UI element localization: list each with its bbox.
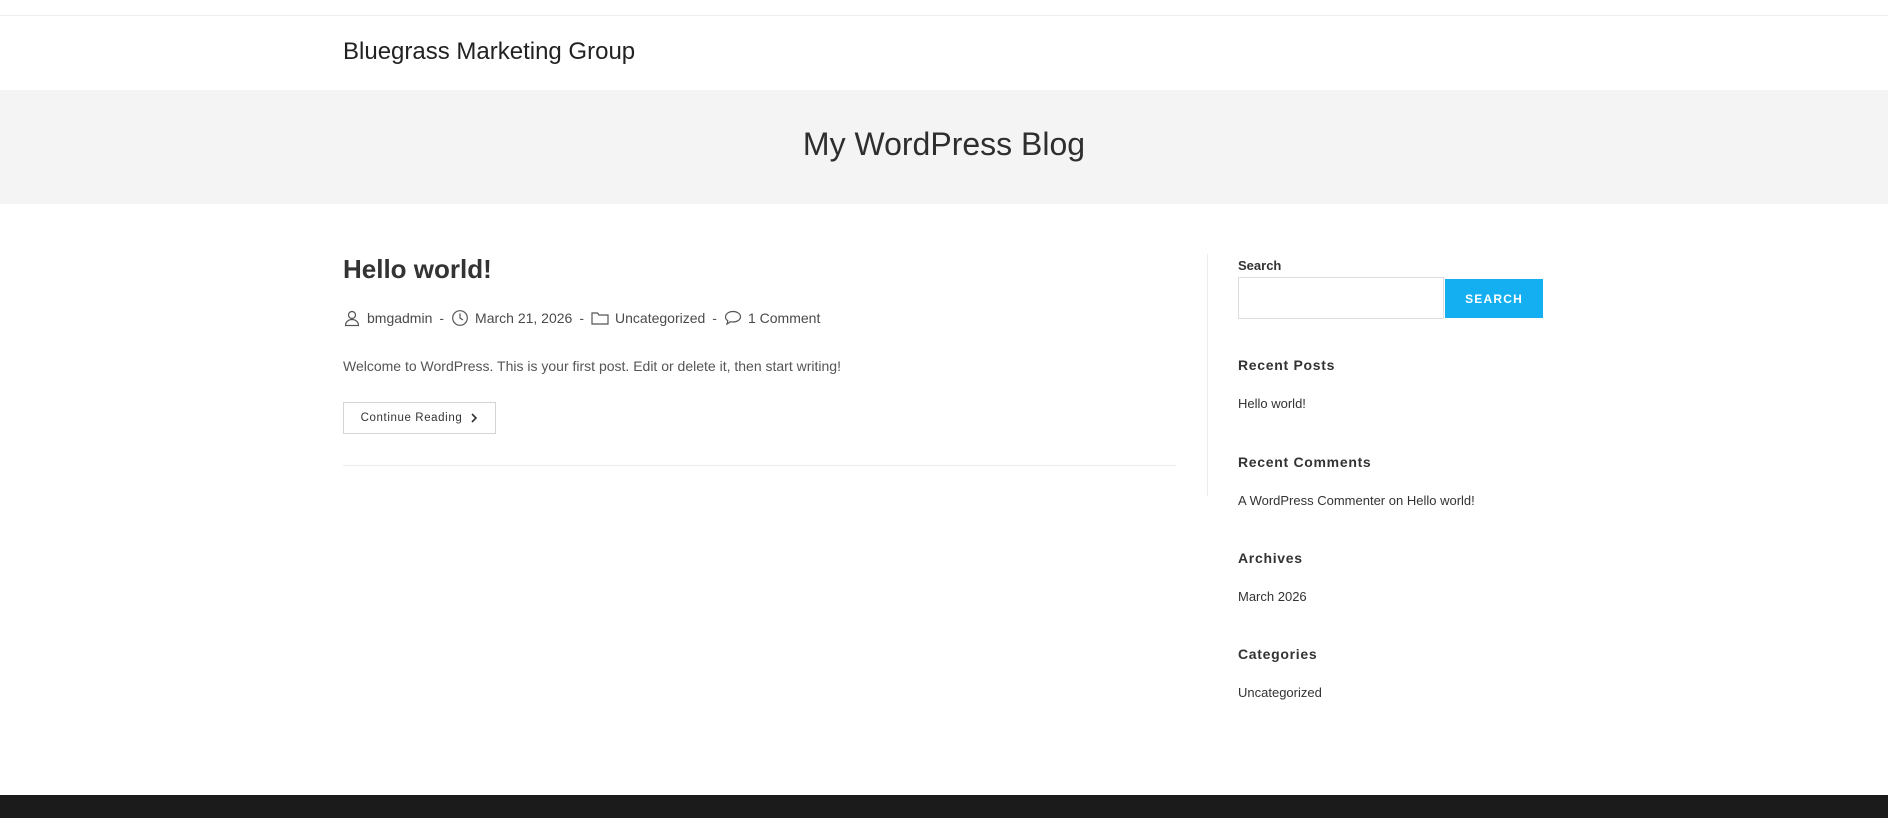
search-button[interactable]: SEARCH [1445,279,1543,318]
meta-separator: - [439,310,445,326]
user-icon [343,309,361,327]
page-title: My WordPress Blog [802,126,1086,162]
comment-post-link[interactable]: Hello world! [1407,493,1475,508]
post-author-link[interactable]: bmgadmin [367,310,432,326]
meta-separator: - [579,310,585,326]
continue-reading-label: Continue Reading [360,412,463,424]
post-meta: bmgadmin - March 21, 2026 - Uncategorize… [343,306,820,330]
clock-icon [451,309,469,327]
post-title-link[interactable]: Hello world! [343,254,492,285]
post-category-link[interactable]: Uncategorized [615,310,705,326]
categories-title: Categories [1238,646,1318,662]
continue-reading-button[interactable]: Continue Reading [343,402,496,434]
post-excerpt: Welcome to WordPress. This is your first… [343,358,841,374]
site-title-link[interactable]: Bluegrass Marketing Group [343,38,635,66]
top-divider [0,15,1888,16]
post-comments-link[interactable]: 1 Comment [748,310,820,326]
archives-title: Archives [1238,550,1303,566]
site-footer [0,795,1888,818]
recent-post-link[interactable]: Hello world! [1238,396,1306,411]
comment-author-link[interactable]: A WordPress Commenter [1238,493,1385,508]
folder-icon [591,309,609,327]
meta-separator: - [712,310,717,326]
recent-comment-item: A WordPress Commenter on Hello world! [1238,493,1475,508]
archive-link[interactable]: March 2026 [1238,589,1307,604]
post-date: March 21, 2026 [475,310,573,326]
comment-icon [724,309,742,327]
recent-posts-title: Recent Posts [1238,357,1336,373]
search-label: Search [1238,258,1282,273]
category-link[interactable]: Uncategorized [1238,685,1322,700]
comment-on-text: on [1388,493,1404,508]
chevron-right-icon [470,413,478,423]
search-input[interactable] [1238,277,1444,319]
sidebar-divider [1207,254,1208,496]
recent-comments-title: Recent Comments [1238,454,1372,470]
post-divider [343,465,1176,466]
